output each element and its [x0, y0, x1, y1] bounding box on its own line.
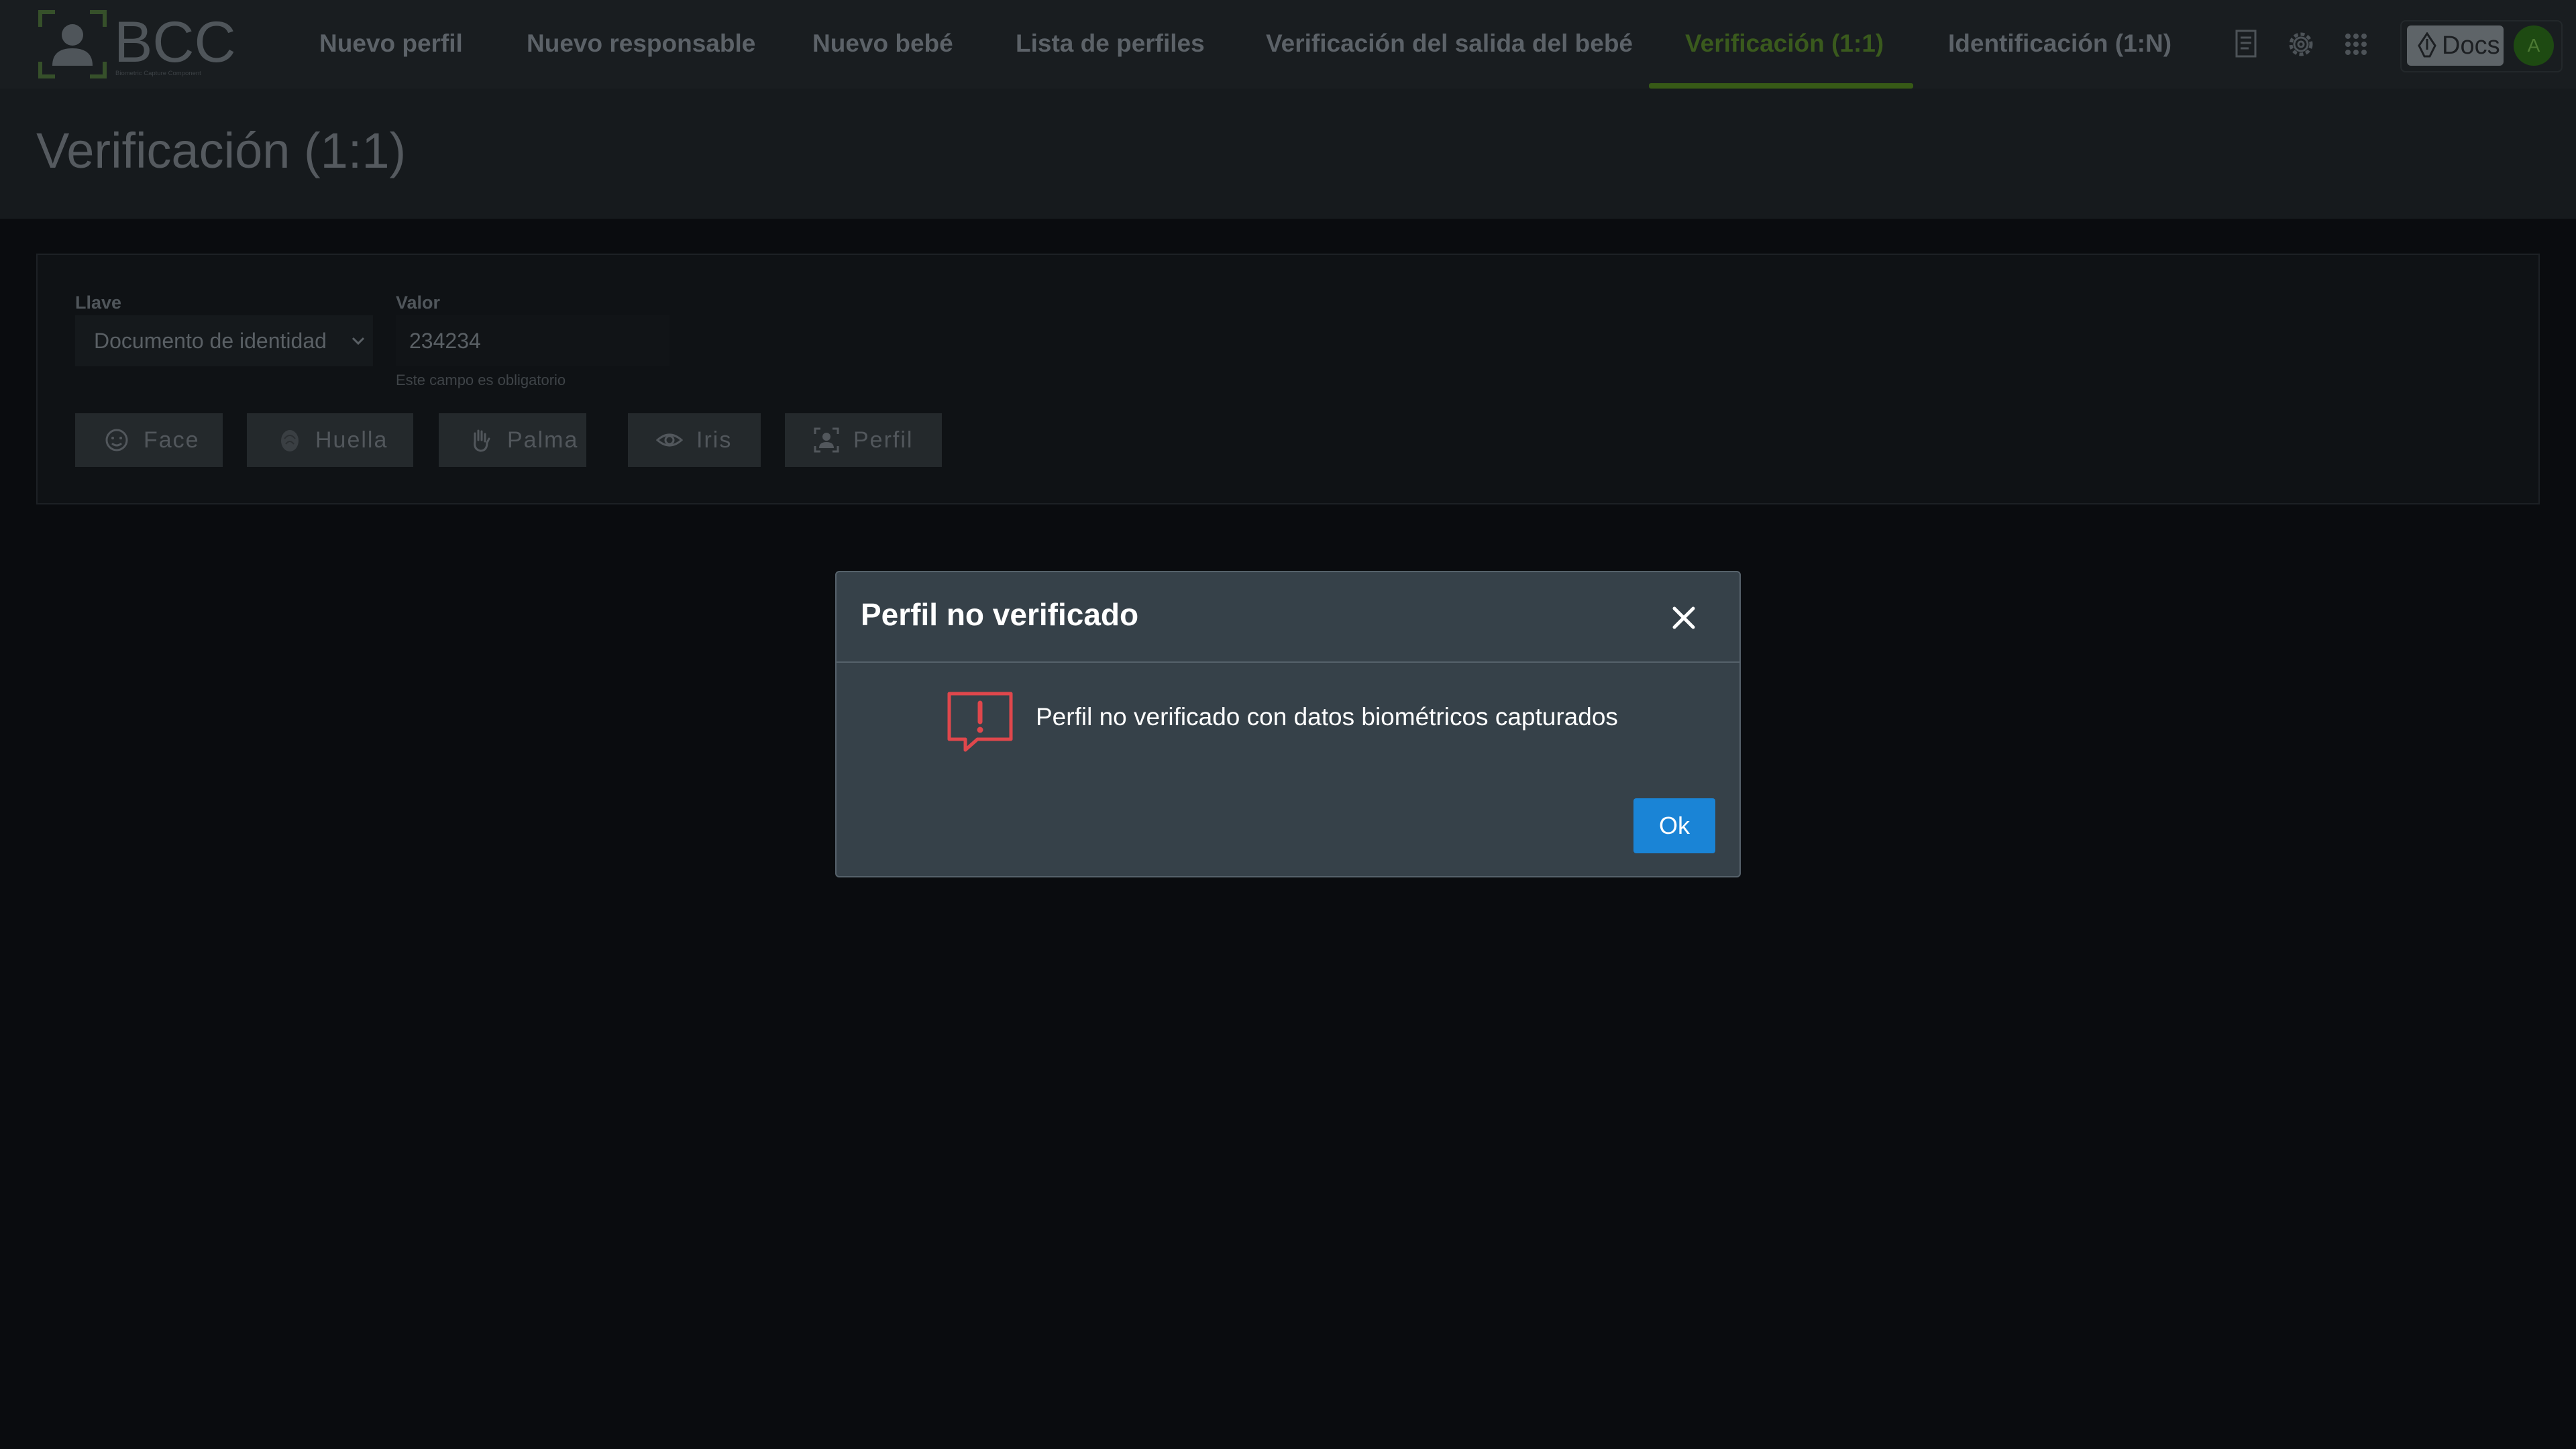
not-verified-dialog: Perfil no verificado Perfil no verificad…	[835, 571, 1741, 877]
iris-button[interactable]: Iris	[628, 413, 761, 467]
avatar[interactable]: A	[2514, 25, 2554, 66]
dialog-message: Perfil no verificado con datos biométric…	[1036, 703, 1618, 731]
key-label: Llave	[75, 292, 122, 313]
document-icon[interactable]	[2229, 27, 2263, 62]
logo-subtitle: Biometric Capture Component	[115, 70, 201, 77]
eye-icon	[656, 433, 683, 447]
page-header: Verificación (1:1)	[0, 89, 2576, 219]
fingerprint-icon	[281, 430, 299, 451]
required-hint: Este campo es obligatorio	[396, 372, 566, 388]
iris-button-label: Iris	[696, 427, 733, 453]
value-label: Valor	[396, 292, 441, 313]
nav-item-nuevo-bebe[interactable]: Nuevo bebé	[812, 0, 953, 89]
palma-button-label: Palma	[507, 427, 579, 453]
ok-button[interactable]: Ok	[1633, 798, 1715, 853]
nav-item-lista-de-perfiles[interactable]: Lista de perfiles	[1016, 0, 1205, 89]
face-icon	[105, 429, 128, 451]
close-icon[interactable]	[1668, 602, 1699, 633]
perfil-button-label: Perfil	[853, 427, 914, 453]
apps-grid-icon[interactable]	[2339, 27, 2373, 62]
top-navigation-bar: BCC Biometric Capture Component Nuevo pe…	[0, 0, 2576, 89]
face-button-label: Face	[144, 427, 200, 453]
nav-item-verificacion-salida-bebe[interactable]: Verificación del salida del bebé	[1266, 0, 1633, 89]
huella-button-label: Huella	[315, 427, 388, 453]
dialog-header: Perfil no verificado	[837, 572, 1739, 663]
logo-text: BCC	[114, 10, 236, 74]
alert-message-icon	[947, 692, 1013, 752]
chevron-down-icon	[352, 337, 365, 345]
verification-form-card: Llave Documento de identidad Valor Este …	[36, 254, 2540, 504]
nav-item-verificacion-1-1[interactable]: Verificación (1:1)	[1685, 0, 1884, 89]
face-button[interactable]: Face	[75, 413, 223, 467]
docs-button[interactable]: Docs	[2407, 25, 2504, 66]
profile-scan-icon	[814, 427, 839, 453]
nav-item-identificacion-1-n[interactable]: Identificación (1:N)	[1948, 0, 2171, 89]
gear-icon[interactable]	[2284, 27, 2318, 62]
nav-item-nuevo-perfil[interactable]: Nuevo perfil	[319, 0, 463, 89]
palm-icon	[474, 429, 490, 452]
key-select[interactable]: Documento de identidad	[75, 315, 373, 366]
active-tab-indicator	[1649, 83, 1913, 89]
huella-button[interactable]: Huella	[247, 413, 413, 467]
key-select-value: Documento de identidad	[94, 329, 327, 353]
bcc-logo[interactable]: BCC Biometric Capture Component	[38, 9, 246, 79]
pen-nib-icon	[2418, 32, 2436, 58]
value-input[interactable]	[396, 315, 669, 366]
nav-item-nuevo-responsable[interactable]: Nuevo responsable	[527, 0, 755, 89]
page-title: Verificación (1:1)	[36, 123, 407, 178]
docs-label: Docs	[2442, 32, 2500, 60]
dialog-title: Perfil no verificado	[861, 597, 1139, 632]
palma-button[interactable]: Palma	[439, 413, 586, 467]
perfil-button[interactable]: Perfil	[785, 413, 942, 467]
